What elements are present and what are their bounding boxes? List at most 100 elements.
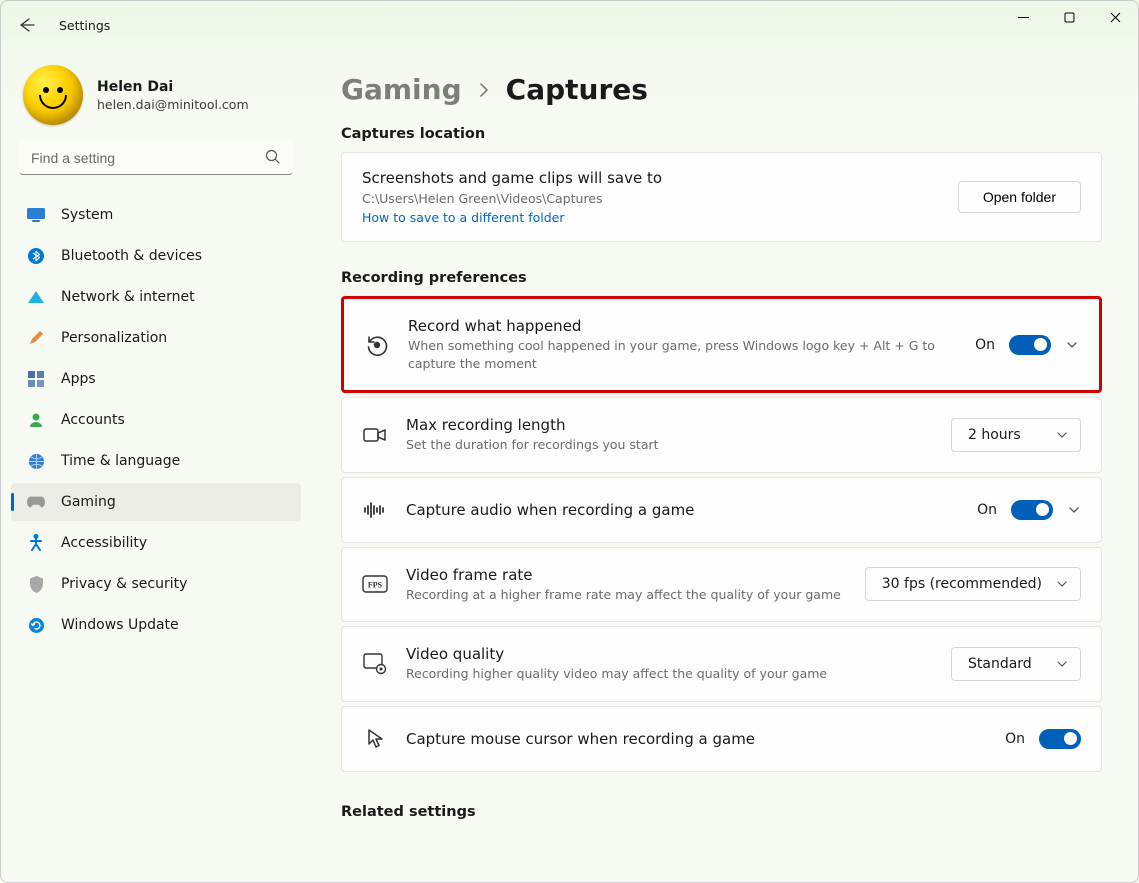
close-button[interactable] [1092,1,1138,33]
capture-cursor-row: Capture mouse cursor when recording a ga… [341,706,1102,772]
sidebar-item-label: Gaming [61,494,116,510]
window-controls [1000,1,1138,33]
rewind-icon [364,333,390,357]
open-folder-button[interactable]: Open folder [958,181,1081,213]
capture-audio-toggle[interactable] [1011,500,1053,520]
monitor-icon [27,206,45,224]
chevron-right-icon [478,81,490,99]
search-input[interactable] [19,141,293,175]
sidebar-item-label: Bluetooth & devices [61,248,202,264]
chevron-down-icon [1056,429,1068,441]
capture-audio-row[interactable]: Capture audio when recording a game On [341,477,1102,543]
audio-wave-icon [362,501,388,519]
sidebar-item-update[interactable]: Windows Update [11,606,301,644]
max-recording-length-select[interactable]: 2 hours [951,418,1081,452]
sidebar-item-bluetooth[interactable]: Bluetooth & devices [11,237,301,275]
row-subtitle: Recording higher quality video may affec… [406,665,933,683]
row-title: Capture audio when recording a game [406,501,959,519]
sidebar-item-label: Accounts [61,412,125,428]
sidebar-item-label: Accessibility [61,535,147,551]
video-frame-rate-row: FPS Video frame rate Recording at a high… [341,547,1102,623]
back-button[interactable] [19,17,35,33]
profile-block[interactable]: Helen Dai helen.dai@minitool.com [9,59,303,141]
section-header-location: Captures location [341,126,1102,142]
section-header-related: Related settings [341,804,1102,820]
section-header-recording: Recording preferences [341,270,1102,286]
capture-cursor-toggle[interactable] [1039,729,1081,749]
video-camera-icon [362,425,388,445]
person-icon [27,411,45,429]
cursor-icon [362,728,388,750]
row-title: Video frame rate [406,566,847,584]
sidebar-item-label: System [61,207,113,223]
chevron-down-icon[interactable] [1067,503,1081,517]
sidebar-item-accounts[interactable]: Accounts [11,401,301,439]
toggle-label: On [977,502,997,518]
app-title: Settings [59,18,110,33]
select-value: 2 hours [968,427,1021,443]
row-subtitle: Recording at a higher frame rate may aff… [406,586,847,604]
row-title: Max recording length [406,416,933,434]
row-title: Capture mouse cursor when recording a ga… [406,730,987,748]
shield-icon [27,575,45,593]
svg-text:FPS: FPS [368,581,383,590]
sidebar-item-label: Network & internet [61,289,195,305]
select-value: 30 fps (recommended) [882,576,1042,592]
sidebar-item-privacy[interactable]: Privacy & security [11,565,301,603]
profile-email: helen.dai@minitool.com [97,97,249,112]
bluetooth-icon [27,247,45,265]
chevron-down-icon[interactable] [1065,338,1079,352]
sidebar-item-system[interactable]: System [11,196,301,234]
nav-list: System Bluetooth & devices Network & int… [9,189,303,644]
accessibility-icon [27,534,45,552]
row-title: Record what happened [408,317,957,335]
row-subtitle: Set the duration for recordings you star… [406,436,933,454]
sidebar-item-accessibility[interactable]: Accessibility [11,524,301,562]
sidebar-item-personalization[interactable]: Personalization [11,319,301,357]
chevron-down-icon [1056,578,1068,590]
sidebar-item-time-language[interactable]: Time & language [11,442,301,480]
captures-location-card: Screenshots and game clips will save to … [341,152,1102,242]
record-what-happened-toggle[interactable] [1009,335,1051,355]
profile-name: Helen Dai [97,79,249,95]
brush-icon [27,329,45,347]
globe-icon [27,452,45,470]
wifi-icon [27,288,45,306]
toggle-label: On [1005,731,1025,747]
breadcrumb: Gaming Captures [341,73,1102,106]
minimize-button[interactable] [1000,1,1046,33]
max-recording-length-row: Max recording length Set the duration fo… [341,397,1102,473]
record-what-happened-row[interactable]: Record what happened When something cool… [341,296,1102,393]
sidebar: Helen Dai helen.dai@minitool.com System [1,49,311,882]
location-title: Screenshots and game clips will save to [362,169,662,187]
breadcrumb-parent[interactable]: Gaming [341,73,462,106]
quality-gear-icon [362,653,388,675]
video-quality-row: Video quality Recording higher quality v… [341,626,1102,702]
sidebar-item-network[interactable]: Network & internet [11,278,301,316]
location-help-link[interactable]: How to save to a different folder [362,210,662,225]
chevron-down-icon [1056,658,1068,670]
row-title: Video quality [406,645,933,663]
select-value: Standard [968,656,1032,672]
apps-icon [27,370,45,388]
location-path: C:\Users\Helen Green\Videos\Captures [362,191,662,206]
update-icon [27,616,45,634]
avatar [23,65,83,125]
sidebar-item-label: Time & language [61,453,180,469]
sidebar-item-label: Windows Update [61,617,179,633]
sidebar-item-label: Privacy & security [61,576,187,592]
main-content: Gaming Captures Captures location Screen… [311,49,1138,882]
fps-icon: FPS [362,575,388,593]
page-title: Captures [506,73,648,106]
gamepad-icon [27,493,45,511]
video-quality-select[interactable]: Standard [951,647,1081,681]
titlebar: Settings [1,1,1138,49]
sidebar-item-gaming[interactable]: Gaming [11,483,301,521]
frame-rate-select[interactable]: 30 fps (recommended) [865,567,1081,601]
sidebar-item-apps[interactable]: Apps [11,360,301,398]
maximize-button[interactable] [1046,1,1092,33]
row-subtitle: When something cool happened in your gam… [408,337,957,372]
sidebar-item-label: Apps [61,371,96,387]
sidebar-item-label: Personalization [61,330,167,346]
toggle-label: On [975,337,995,353]
